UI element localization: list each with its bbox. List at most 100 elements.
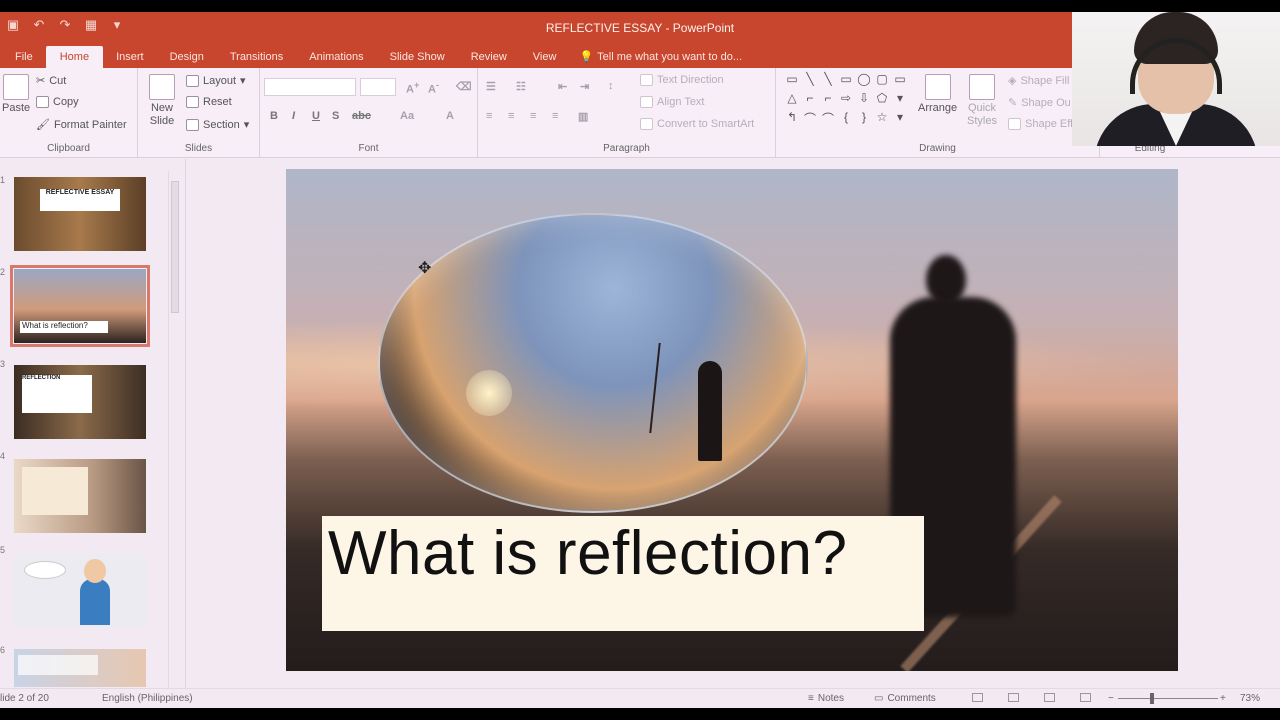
text-direction-button[interactable]: Text Direction [640,74,724,86]
new-slide-icon [149,74,175,100]
shape-outline-button[interactable]: ✎ Shape Ou [1008,96,1071,110]
format-painter-button[interactable]: 🖌 Format Painter [36,118,127,132]
line-shape-icon[interactable]: ╲ [802,72,818,91]
rounded-rect-shape-icon[interactable]: ▢ [874,72,890,91]
shape-fill-button[interactable]: ◈ Shape Fill [1008,74,1069,88]
oval-shape-icon[interactable]: ◯ [856,72,872,91]
slideshow-button[interactable] [1080,693,1091,702]
language-indicator[interactable]: English (Philippines) [102,693,193,704]
italic-button[interactable]: I [292,110,295,122]
more-shapes-icon[interactable]: ▾ [892,110,908,129]
slide-title-box[interactable]: What is reflection? [322,516,924,631]
tell-me-box[interactable]: 💡 Tell me what you want to do... [569,50,755,68]
textbox-shape-icon[interactable]: ▭ [784,72,800,91]
shape-effects-button[interactable]: Shape Eff [1008,118,1073,130]
tab-slide-show[interactable]: Slide Show [377,51,458,68]
tab-design[interactable]: Design [157,51,217,68]
align-text-button[interactable]: Align Text [640,96,705,108]
shrink-font-icon[interactable]: A- [428,80,439,96]
connector-shape-icon[interactable]: ⌐ [802,91,818,110]
tab-animations[interactable]: Animations [296,51,376,68]
slide-sorter-button[interactable] [1008,693,1019,702]
justify-icon[interactable]: ≡ [552,110,558,122]
slide-thumbnail-5[interactable] [14,553,146,627]
line-shape-icon[interactable]: ╲ [820,72,836,91]
align-right-icon[interactable]: ≡ [530,110,536,122]
cut-button[interactable]: ✂ Cut [36,74,66,88]
zoom-slider-thumb[interactable] [1150,693,1154,704]
tree-reflection [649,343,695,433]
columns-icon[interactable]: ▥ [578,110,588,123]
tab-home[interactable]: Home [45,46,104,68]
rectangle-shape-icon[interactable]: ▭ [838,72,854,91]
shapes-gallery[interactable]: ▭ ╲ ╲ ▭ ◯ ▢ ▭ △ ⌐ ⌐ ⇨ ⇩ ⬠ ▾ ↰ ⌒ ⌒ { } ☆ [784,72,908,130]
font-color-button[interactable]: A [446,110,454,122]
zoom-out-button[interactable]: − [1108,693,1114,704]
numbering-icon[interactable]: ☷ [516,80,526,93]
zoom-in-button[interactable]: + [1220,693,1226,704]
slide-scrollbar[interactable] [1184,159,1196,690]
star-shape-icon[interactable]: ☆ [874,110,890,129]
clear-format-icon[interactable]: ⌫ [456,80,472,93]
slide-canvas[interactable]: What is reflection? [286,169,1178,671]
slide-thumbnail-6[interactable] [14,649,146,687]
slide-thumbnail-3[interactable]: REFLECTION [14,365,146,439]
connector-shape-icon[interactable]: ⌐ [820,91,836,110]
align-left-icon[interactable]: ≡ [486,110,492,122]
section-button[interactable]: Section ▾ [186,118,249,131]
strikethrough-button[interactable]: abc [352,110,371,122]
tab-insert[interactable]: Insert [103,51,157,68]
layout-button[interactable]: Layout ▾ [186,74,246,87]
pentagon-shape-icon[interactable]: ⬠ [874,91,890,110]
curve-shape-icon[interactable]: ↰ [784,110,800,129]
quick-styles-button[interactable]: Quick Styles [964,74,1000,128]
tab-view[interactable]: View [520,51,570,68]
slide-thumbnails-pane: 1 REFLECTIVE ESSAY 2 What is reflection?… [0,159,186,691]
thumbnails-scrollbar[interactable] [168,171,180,691]
curve-shape-icon[interactable]: ⌒ [802,110,818,129]
triangle-shape-icon[interactable]: △ [784,91,800,110]
shadow-button[interactable]: S [332,110,339,122]
brace-shape-icon[interactable]: } [856,110,872,129]
zoom-slider[interactable] [1118,698,1218,699]
tab-transitions[interactable]: Transitions [217,51,296,68]
arrow-right-shape-icon[interactable]: ⇨ [838,91,854,110]
person-reflection [698,361,722,461]
font-size-input[interactable] [360,78,396,96]
zoom-level[interactable]: 73% [1240,693,1260,704]
bold-button[interactable]: B [270,110,278,122]
slide-thumbnail-2[interactable]: What is reflection? [10,265,150,347]
scrollbar-thumb[interactable] [171,181,179,313]
comments-button[interactable]: ▭ Comments [874,693,936,704]
notes-button[interactable]: ≡ Notes [808,693,844,704]
align-center-icon[interactable]: ≡ [508,110,514,122]
more-shapes-icon[interactable]: ▾ [892,91,908,110]
reading-view-button[interactable] [1044,693,1055,702]
copy-button[interactable]: Copy [36,96,79,108]
arrange-button[interactable]: Arrange [918,74,957,114]
slide-thumbnail-1[interactable]: REFLECTIVE ESSAY [14,177,146,251]
tab-file[interactable]: File [2,51,46,68]
smartart-icon [640,118,653,130]
tab-review[interactable]: Review [458,51,520,68]
font-name-input[interactable] [264,78,356,96]
line-spacing-icon[interactable]: ↕ [608,80,614,92]
new-slide-button[interactable]: New Slide [146,74,178,128]
decrease-indent-icon[interactable]: ⇤ [558,80,567,93]
arrow-down-shape-icon[interactable]: ⇩ [856,91,872,110]
paste-button[interactable]: Paste [2,74,30,114]
bullets-icon[interactable]: ☰ [486,80,496,93]
change-case-button[interactable]: Aa [400,110,414,122]
normal-view-button[interactable] [972,693,983,702]
slides-label: Slides [184,143,213,154]
reset-button[interactable]: Reset [186,96,232,108]
rectangle-shape-icon[interactable]: ▭ [892,72,908,91]
slide-thumbnail-4[interactable] [14,459,146,533]
increase-indent-icon[interactable]: ⇥ [580,80,589,93]
thumb-number: 2 [0,267,6,277]
underline-button[interactable]: U [312,110,320,122]
convert-smartart-button[interactable]: Convert to SmartArt [640,118,754,130]
brace-shape-icon[interactable]: { [838,110,854,129]
grow-font-icon[interactable]: A+ [406,80,419,96]
curve-shape-icon[interactable]: ⌒ [820,110,836,129]
